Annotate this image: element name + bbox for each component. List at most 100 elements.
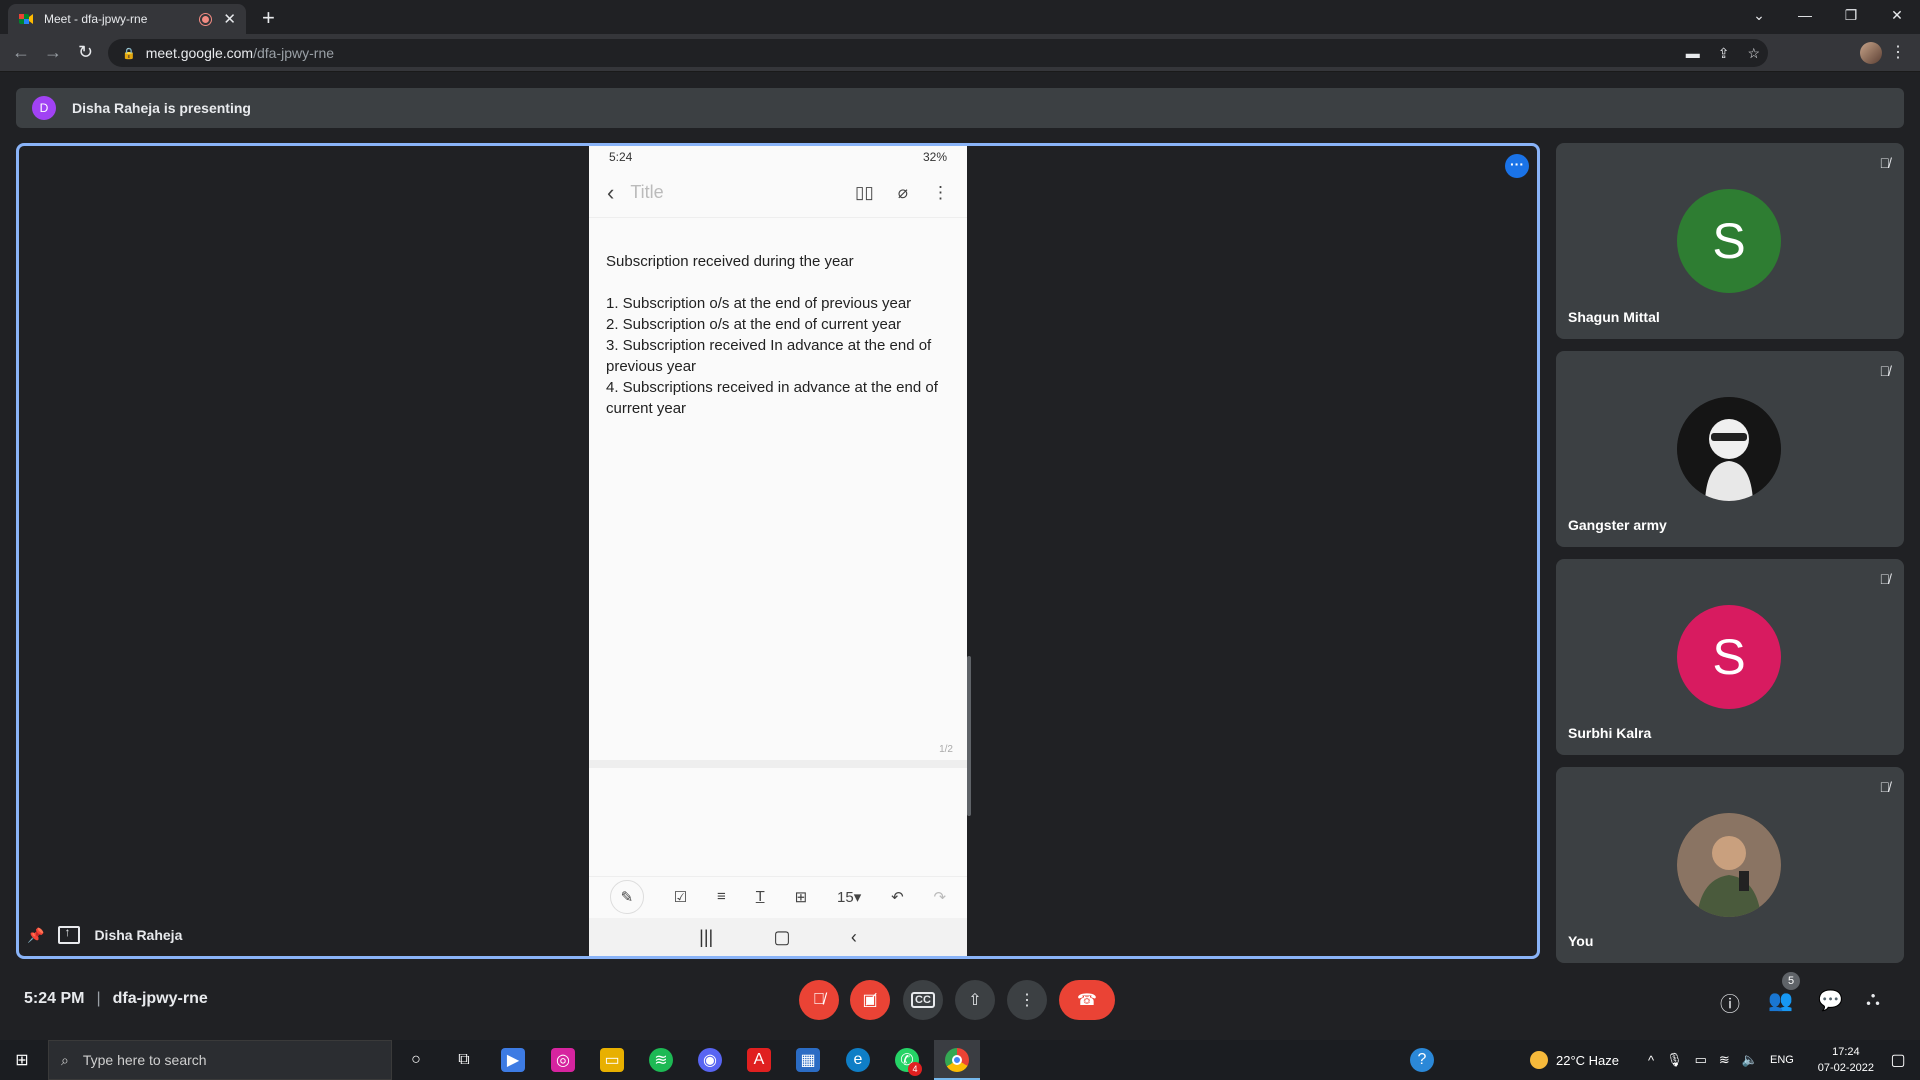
text-style-icon[interactable]: ≡ bbox=[717, 888, 726, 905]
battery-icon[interactable]: ▭ bbox=[1695, 1052, 1707, 1068]
android-back-icon[interactable]: ‹ bbox=[851, 927, 857, 948]
note-edit-toolbar: ✎ ☑ ≡ T̲ ⊞ 15▾ ↶ ↷ bbox=[589, 876, 967, 916]
browser-tab-meet[interactable]: Meet - dfa-jpwy-rne ✕ bbox=[8, 4, 246, 34]
weather-sun-icon bbox=[1530, 1051, 1548, 1069]
share-icon[interactable]: ⇪ bbox=[1718, 45, 1730, 62]
note-body[interactable]: Subscription received during the year 1.… bbox=[589, 218, 967, 419]
participant-avatar: S bbox=[1677, 189, 1781, 293]
task-view-icon[interactable]: ⧉ bbox=[452, 1048, 476, 1072]
captions-icon: CC bbox=[911, 992, 935, 1008]
profile-avatar[interactable] bbox=[1860, 42, 1882, 64]
captions-button[interactable]: CC bbox=[903, 980, 943, 1020]
android-nav-bar: ||| ▢ ‹ bbox=[589, 918, 967, 956]
system-tray: ^ 🎙 ▭ ≋ 🔈 ENG bbox=[1648, 1040, 1794, 1080]
text-box-icon[interactable]: ⊞ bbox=[795, 888, 808, 906]
windows-start-icon[interactable]: ⊞ bbox=[10, 1048, 34, 1072]
volume-icon[interactable]: 🔈 bbox=[1742, 1052, 1758, 1068]
phone-back-icon[interactable]: ‹ bbox=[607, 180, 614, 206]
back-icon[interactable]: ← bbox=[12, 42, 30, 63]
shared-phone-screen: 5:24 32% ‹ Title ▯▯ ⌀ ⋮ Subscription rec… bbox=[589, 146, 967, 956]
people-icon[interactable]: 👥 bbox=[1768, 988, 1793, 1013]
participant-tile[interactable]: 🎙̸ Gangster army bbox=[1556, 351, 1904, 547]
phone-scrollbar[interactable] bbox=[967, 656, 971, 816]
phone-status-battery: 32% bbox=[922, 150, 947, 164]
participant-tile[interactable]: 🎙̸ S Shagun Mittal bbox=[1556, 143, 1904, 339]
note-title-field[interactable]: Title bbox=[630, 182, 831, 203]
new-tab-icon[interactable]: + bbox=[262, 5, 275, 31]
camera-in-use-icon[interactable]: ▬ bbox=[1686, 45, 1700, 62]
checkbox-icon[interactable]: ☑ bbox=[674, 888, 687, 906]
mic-off-icon: 🎙̸ bbox=[813, 991, 825, 1008]
home-icon[interactable]: ▢ bbox=[774, 927, 791, 948]
media-player-icon[interactable]: ▶ bbox=[501, 1048, 525, 1072]
help-icon[interactable]: ? bbox=[1410, 1048, 1434, 1072]
present-now-button[interactable]: ⇧ bbox=[955, 980, 995, 1020]
note-heading: Subscription received during the year bbox=[606, 253, 854, 270]
leave-call-button[interactable]: ☎ bbox=[1059, 980, 1115, 1020]
presentation-stage: 5:24 32% ‹ Title ▯▯ ⌀ ⋮ Subscription rec… bbox=[16, 143, 1540, 959]
acrobat-icon[interactable]: A bbox=[747, 1048, 771, 1072]
phone-status-bar: 5:24 32% bbox=[589, 146, 967, 168]
tray-mic-icon[interactable]: 🎙 bbox=[1666, 1052, 1683, 1068]
search-placeholder: Type here to search bbox=[82, 1052, 207, 1068]
weather-widget[interactable]: 22°C Haze bbox=[1530, 1040, 1619, 1080]
more-options-button[interactable]: ⋮ bbox=[1007, 980, 1047, 1020]
participant-tile[interactable]: 🎙̸ You bbox=[1556, 767, 1904, 963]
recording-indicator-icon bbox=[200, 13, 212, 25]
note-line: 1. Subscription o/s at the end of previo… bbox=[606, 295, 912, 312]
file-explorer-icon[interactable]: ▭ bbox=[600, 1048, 624, 1072]
taskbar-clock[interactable]: 17:24 07-02-2022 bbox=[1818, 1044, 1874, 1076]
spotify-icon[interactable]: ≋ bbox=[649, 1048, 673, 1072]
windows-taskbar: ⊞ ⌕ Type here to search ○ ⧉ ▶ ◎ ▭ ≋ ◉ A … bbox=[0, 1040, 1920, 1080]
font-size-select[interactable]: 15▾ bbox=[837, 888, 861, 906]
tab-search-icon[interactable]: ⌄ bbox=[1736, 0, 1782, 30]
restore-icon[interactable]: ❐ bbox=[1828, 0, 1874, 30]
browser-menu-icon[interactable]: ⋮ bbox=[1890, 42, 1906, 62]
participant-name: Shagun Mittal bbox=[1568, 309, 1660, 325]
url-host: meet.google.com bbox=[145, 45, 254, 61]
instagram-icon[interactable]: ◎ bbox=[551, 1048, 575, 1072]
mic-off-icon: 🎙̸ bbox=[1879, 363, 1891, 379]
tray-overflow-icon[interactable]: ^ bbox=[1648, 1053, 1654, 1068]
participant-tile[interactable]: 🎙̸ S Surbhi Kalra bbox=[1556, 559, 1904, 755]
page-indicator: 1/2 bbox=[939, 744, 953, 755]
meeting-details-icon[interactable]: ⓘ bbox=[1720, 988, 1740, 1017]
participant-name: Surbhi Kalra bbox=[1568, 725, 1652, 741]
text-format-icon[interactable]: T̲ bbox=[756, 888, 765, 905]
notifications-icon[interactable]: ▢ bbox=[1886, 1048, 1910, 1072]
minimize-icon[interactable]: — bbox=[1782, 0, 1828, 30]
chrome-icon[interactable] bbox=[945, 1048, 969, 1072]
chat-icon[interactable]: 💬 bbox=[1818, 988, 1843, 1013]
tab-close-icon[interactable]: ✕ bbox=[223, 10, 236, 28]
camera-toggle-button[interactable]: ▣̸ bbox=[850, 980, 890, 1020]
participant-avatar-image bbox=[1677, 397, 1781, 501]
recents-icon[interactable]: ||| bbox=[699, 927, 713, 948]
language-indicator[interactable]: ENG bbox=[1770, 1054, 1794, 1066]
window-close-icon[interactable]: ✕ bbox=[1874, 0, 1920, 30]
edge-icon[interactable]: e bbox=[846, 1048, 870, 1072]
wifi-icon[interactable]: ≋ bbox=[1719, 1052, 1730, 1068]
url-path: /dfa-jpwy-rne bbox=[253, 45, 335, 61]
activities-icon[interactable]: ⛬ bbox=[1866, 988, 1880, 1011]
undo-icon[interactable]: ↶ bbox=[891, 888, 904, 906]
handwriting-icon[interactable]: ✎ bbox=[609, 879, 644, 914]
search-icon: ⌕ bbox=[61, 1051, 69, 1068]
discord-icon[interactable]: ◉ bbox=[698, 1048, 722, 1072]
cortana-icon[interactable]: ○ bbox=[404, 1048, 428, 1072]
book-view-icon[interactable]: ▯▯ bbox=[855, 183, 874, 203]
note-line: 3. Subscription received In advance at t… bbox=[606, 337, 932, 375]
pin-icon[interactable]: 📌 bbox=[27, 927, 44, 944]
reload-icon[interactable]: ↻ bbox=[78, 42, 93, 63]
microphone-toggle-button[interactable]: 🎙̸ bbox=[799, 980, 839, 1020]
forward-icon[interactable]: → bbox=[44, 42, 62, 63]
participant-avatar: S bbox=[1677, 605, 1781, 709]
note-menu-icon[interactable]: ⋮ bbox=[932, 183, 949, 203]
redo-icon[interactable]: ↷ bbox=[933, 888, 946, 906]
bookmark-star-icon[interactable]: ☆ bbox=[1747, 45, 1760, 62]
taskbar-search-box[interactable]: ⌕ Type here to search bbox=[48, 1040, 392, 1080]
url-bar[interactable]: 🔒 meet.google.com/dfa-jpwy-rne bbox=[108, 39, 1768, 67]
store-icon[interactable]: ▦ bbox=[796, 1048, 820, 1072]
stage-more-options-icon[interactable]: ··· bbox=[1505, 154, 1529, 178]
attach-icon[interactable]: ⌀ bbox=[898, 183, 908, 203]
google-meet-favicon-icon bbox=[18, 11, 34, 27]
